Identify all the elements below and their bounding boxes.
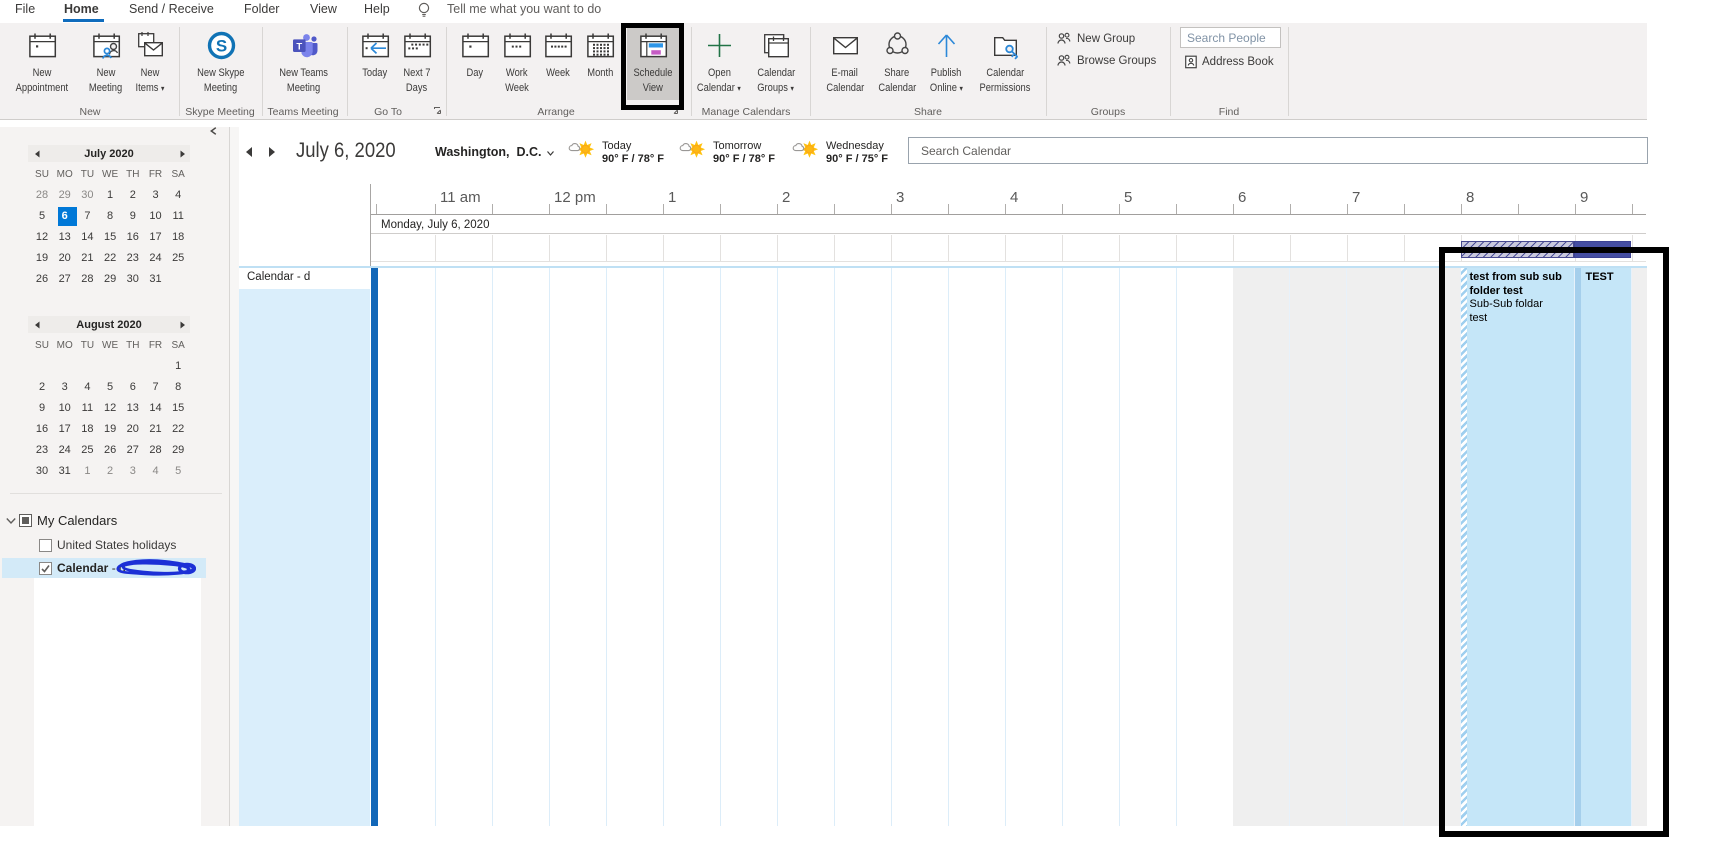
svg-text:S: S: [215, 36, 226, 55]
svg-text:T: T: [296, 41, 302, 52]
